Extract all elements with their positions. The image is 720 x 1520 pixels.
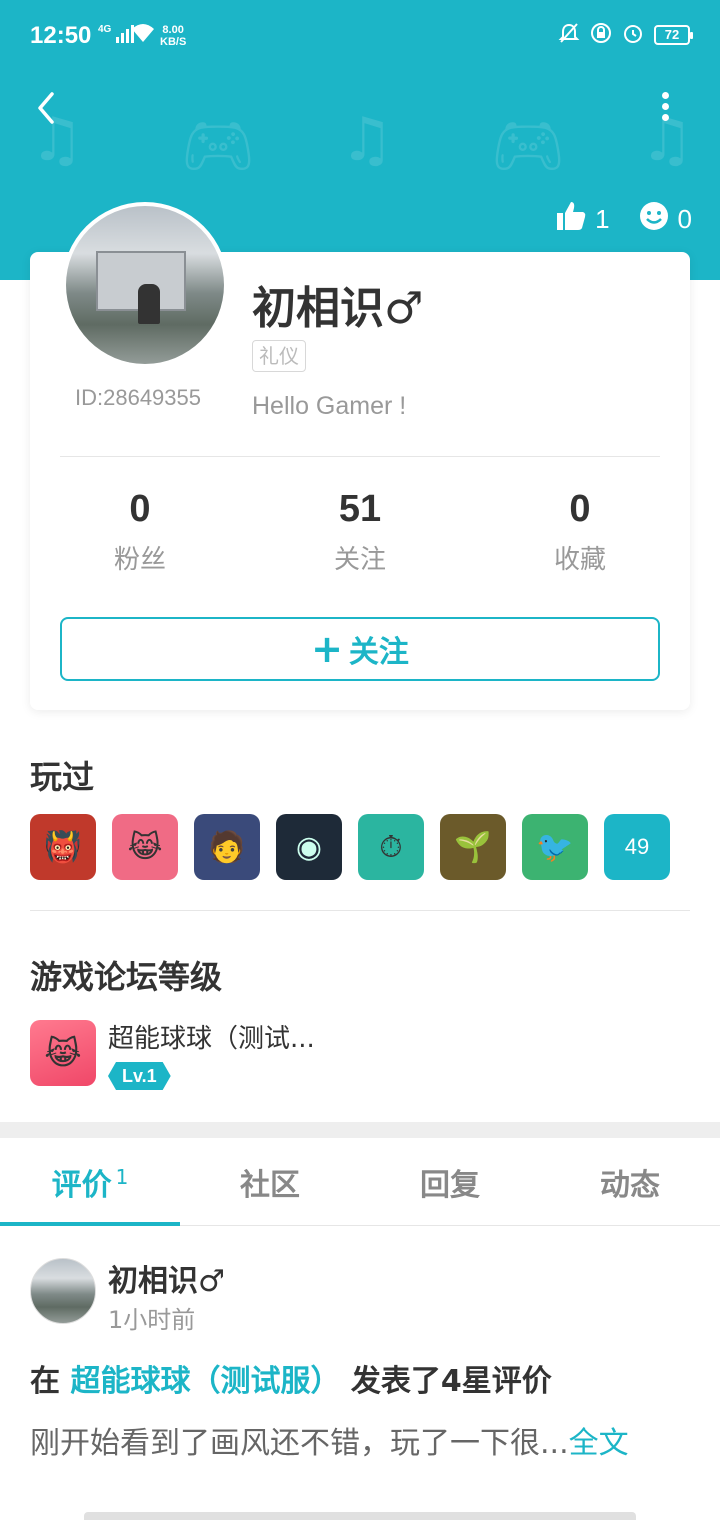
alarm-icon: [622, 22, 644, 48]
vertical-dots-icon: [650, 92, 680, 121]
post-prefix: 在: [30, 1364, 71, 1399]
thumbs-up-icon[interactable]: [555, 200, 587, 239]
active-tab-indicator: [0, 1222, 180, 1226]
tab-reviews[interactable]: 评价 1: [0, 1138, 180, 1226]
pink-monster-game-icon[interactable]: 😹: [30, 1020, 96, 1086]
card-divider: [60, 456, 660, 457]
stat-value: 0: [129, 488, 151, 530]
level-badge: Lv.1: [108, 1062, 171, 1090]
header-reactions: 1 0: [555, 200, 692, 239]
section-separator: [0, 1122, 720, 1138]
chevron-left-icon: [38, 92, 54, 124]
post-author-name[interactable]: 初相识♂: [108, 1256, 225, 1300]
tribal-mask-game-icon[interactable]: 👹: [30, 814, 96, 880]
post-headline: 在 超能球球（测试服） 发表了4星评价: [30, 1356, 552, 1400]
username: 初相识♂: [252, 283, 424, 334]
anime-boy-game-icon[interactable]: 🧑: [194, 814, 260, 880]
wifi-icon: [130, 22, 156, 48]
network-speed-unit: KB/S: [160, 36, 187, 48]
mute-bell-icon: [558, 22, 580, 48]
back-button[interactable]: [28, 88, 68, 128]
user-tag: 礼仪: [252, 340, 306, 372]
post-body: 刚开始看到了画风还不错，玩了一下很...全文: [30, 1418, 629, 1462]
user-bio: Hello Gamer !: [252, 392, 407, 420]
follow-button[interactable]: + 关注: [60, 617, 660, 681]
tab-label: 评价: [51, 1167, 112, 1203]
stat-following[interactable]: 51 关注: [250, 488, 470, 576]
status-time: 12:50: [30, 22, 92, 49]
avatar[interactable]: [62, 202, 228, 368]
played-games-list: 👹 😹 🧑 ◉ ⏱ 🌱 🐦 49: [30, 814, 670, 880]
follow-button-label: 关注: [348, 635, 409, 670]
cartoon-bird-game-icon[interactable]: 🐦: [522, 814, 588, 880]
tab-label: 社区: [240, 1167, 300, 1203]
tab-label: 动态: [600, 1167, 660, 1203]
forum-level-title: 游戏论坛等级: [30, 958, 223, 996]
played-title: 玩过: [30, 758, 95, 796]
tab-label: 回复: [420, 1167, 480, 1203]
gamepad-decoration-icon: 🎮︎: [180, 111, 257, 181]
read-more-link[interactable]: 全文: [569, 1426, 629, 1461]
network-speed-value: 8.00: [162, 24, 184, 36]
stat-favorites[interactable]: 0 收藏: [470, 488, 690, 576]
status-bar: 12:50 4G 8.00 KB/S 72: [0, 0, 720, 72]
section-divider: [30, 910, 690, 911]
stat-label: 粉丝: [113, 545, 166, 575]
tab-replies[interactable]: 回复: [360, 1138, 540, 1225]
more-options-button[interactable]: [650, 88, 680, 128]
music-note-decoration-icon: ♫: [340, 105, 394, 175]
stopwatch-game-icon[interactable]: ⏱: [358, 814, 424, 880]
post-image-strip[interactable]: [84, 1512, 636, 1520]
avatar-photo: [66, 206, 224, 364]
post-game-link[interactable]: 超能球球（测试服）: [70, 1364, 340, 1399]
post-timestamp: 1小时前: [108, 1306, 196, 1334]
smile-count: 0: [677, 204, 692, 234]
more-games-button[interactable]: 49: [604, 814, 670, 880]
content-tabs: 评价 1 社区 回复 动态: [0, 1138, 720, 1226]
plants-zombies-game-icon[interactable]: 🌱: [440, 814, 506, 880]
post-author-avatar[interactable]: [30, 1258, 96, 1324]
battery-icon: 72: [654, 25, 693, 45]
post-suffix: 发表了4星评价: [340, 1364, 552, 1399]
smiley-icon[interactable]: [638, 200, 670, 239]
profile-screen: ♫ 🎮︎ ♫ 🎮︎ ♫ 12:50 4G 8.00 KB/S 72 1 0 ID…: [0, 0, 720, 1520]
lock-rotation-icon: [590, 22, 612, 48]
network-speed: 8.00 KB/S: [160, 24, 186, 48]
stat-fans[interactable]: 0 粉丝: [30, 488, 250, 576]
gamepad-decoration-icon: 🎮︎: [490, 111, 567, 181]
pink-monster-game-icon[interactable]: 😹: [112, 814, 178, 880]
forum-game-name[interactable]: 超能球球（测试...: [108, 1018, 315, 1055]
status-icons: 72: [558, 22, 693, 48]
tab-activity[interactable]: 动态: [540, 1138, 720, 1225]
black-disc-game-icon[interactable]: ◉: [276, 814, 342, 880]
tab-count: 1: [115, 1164, 129, 1189]
like-count: 1: [595, 204, 610, 234]
tab-community[interactable]: 社区: [180, 1138, 360, 1225]
stat-label: 收藏: [553, 545, 606, 575]
stats-row: 0 粉丝 51 关注 0 收藏: [30, 488, 690, 576]
stat-value: 51: [338, 488, 382, 530]
user-id: ID:28649355: [75, 385, 201, 410]
stat-label: 关注: [333, 545, 386, 575]
network-type: 4G: [98, 24, 112, 35]
stat-value: 0: [569, 488, 591, 530]
post-excerpt: 刚开始看到了画风还不错，玩了一下很...: [30, 1426, 569, 1461]
plus-icon: +: [311, 627, 343, 671]
